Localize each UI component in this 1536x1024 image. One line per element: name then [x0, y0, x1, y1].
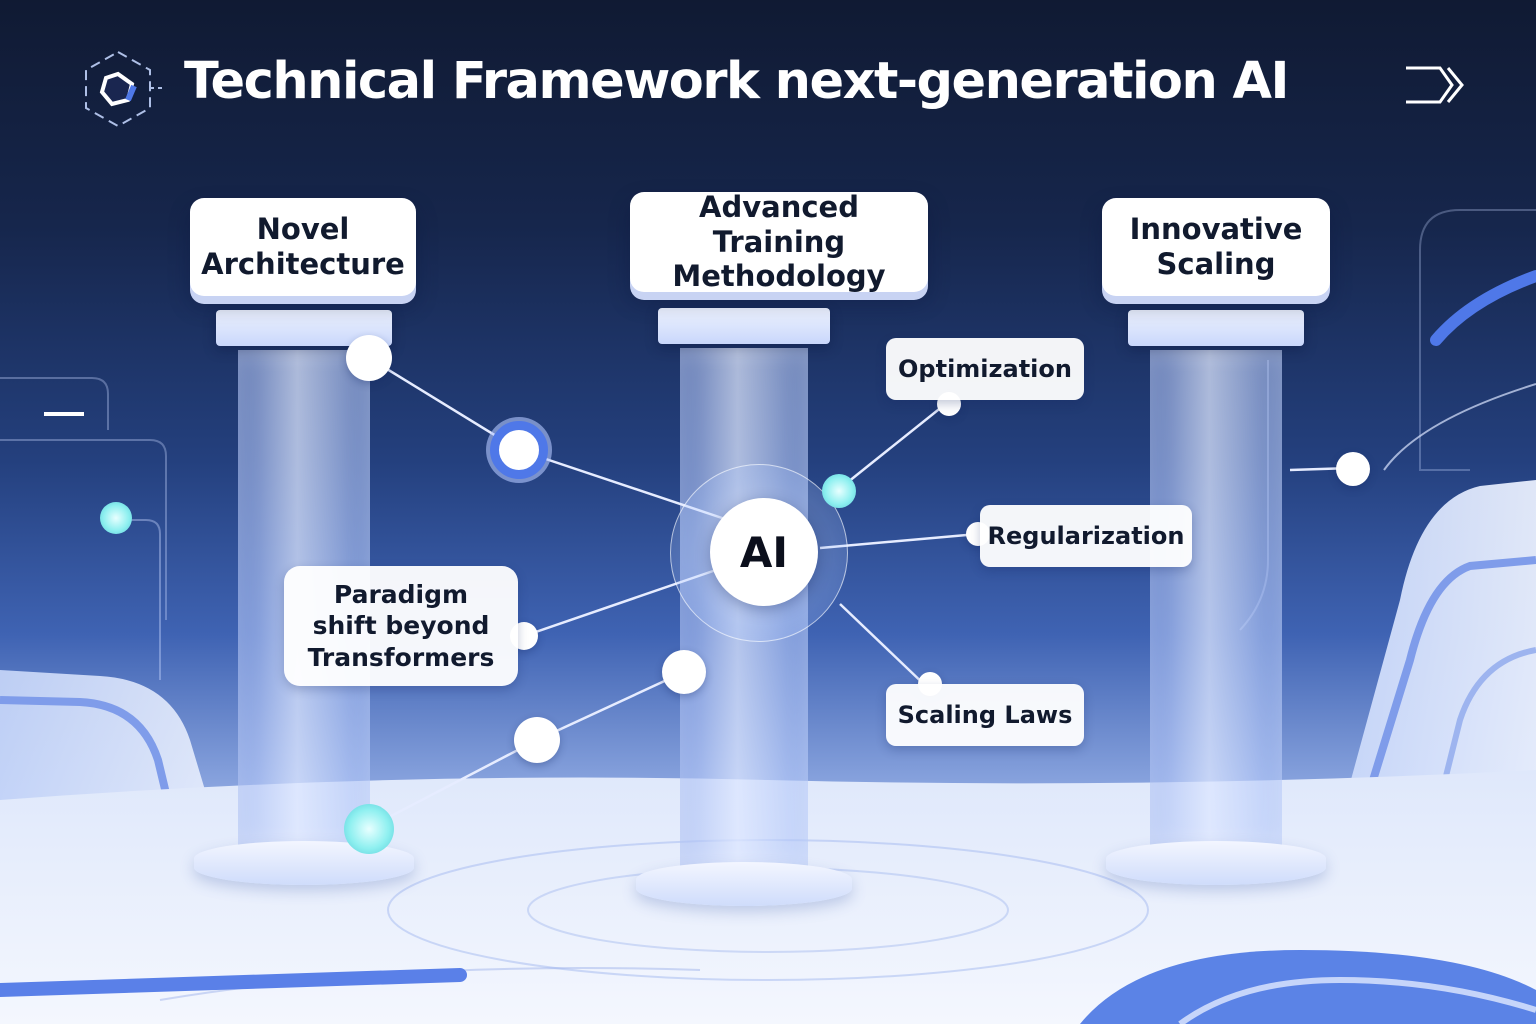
card-paradigm-shift[interactable]: Paradigm shift beyond Transformers [284, 566, 518, 686]
framework-diagram: Technical Framework next-generation AI A… [0, 0, 1536, 1024]
node-lower-center[interactable] [662, 650, 706, 694]
node-cyan-optimization[interactable] [822, 474, 856, 508]
node-cyan-left [100, 502, 132, 534]
node-blue-ring[interactable] [490, 421, 548, 479]
card-advanced-training[interactable]: Advanced Training Methodology [630, 189, 928, 294]
node-architecture[interactable] [346, 335, 392, 381]
card-innovative-scaling[interactable]: Innovative Scaling [1102, 198, 1330, 296]
pill-regularization[interactable]: Regularization [980, 505, 1192, 567]
pill-optimization[interactable]: Optimization [886, 338, 1084, 400]
card-advanced-training-label: Advanced Training Methodology [672, 189, 886, 294]
pill-regularization-label: Regularization [987, 522, 1185, 550]
page-title: Technical Framework next-generation AI [184, 52, 1289, 111]
ai-hub[interactable]: AI [710, 498, 818, 606]
card-paradigm-shift-label: Paradigm shift beyond Transformers [307, 580, 495, 672]
node-right [1336, 452, 1370, 486]
node-cyan-bottom[interactable] [344, 804, 394, 854]
pillar-scaling [1106, 310, 1326, 885]
card-innovative-scaling-label: Innovative Scaling [1129, 212, 1303, 281]
double-chevron-right-icon[interactable] [1400, 60, 1470, 110]
pill-scaling-laws-label: Scaling Laws [897, 701, 1073, 729]
hexagon-cube-icon [85, 50, 166, 128]
pill-scaling-laws[interactable]: Scaling Laws [886, 684, 1084, 746]
card-novel-architecture[interactable]: Novel Architecture [190, 198, 416, 296]
card-novel-architecture-label: Novel Architecture [201, 212, 405, 281]
node-lower-left[interactable] [514, 717, 560, 763]
pill-optimization-label: Optimization [898, 355, 1072, 383]
